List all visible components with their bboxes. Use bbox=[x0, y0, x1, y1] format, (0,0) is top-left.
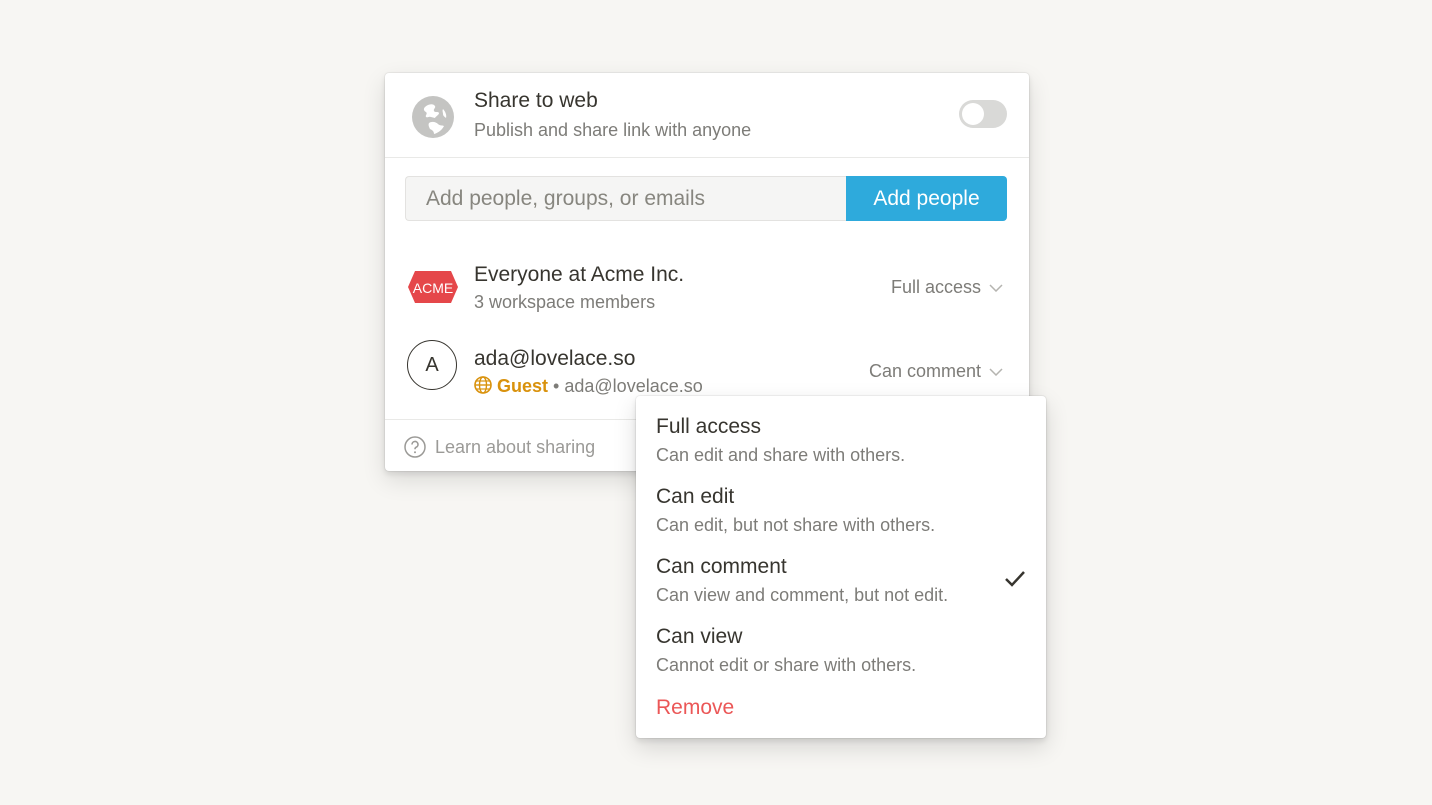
role-option-label: Full access bbox=[656, 415, 762, 438]
member-row: A ada@lovelace.so Guest • ada@lovelace.s… bbox=[385, 335, 1029, 405]
chevron-down-icon bbox=[989, 367, 1003, 376]
member-avatar: A bbox=[407, 340, 457, 390]
member-role-label: Can comment bbox=[868, 361, 981, 381]
member-subtitle: 3 workspace members bbox=[474, 292, 656, 312]
role-option-description: Cannot edit or share with others. bbox=[656, 655, 917, 675]
role-option-label: Can edit bbox=[656, 485, 735, 508]
add-people-button[interactable]: Add people bbox=[846, 176, 1007, 221]
share-to-web-section: Share to web Publish and share link with… bbox=[385, 73, 1029, 158]
member-subtitle-row: Guest • ada@lovelace.so bbox=[474, 376, 703, 397]
chevron-down-icon bbox=[989, 283, 1003, 292]
separator: • bbox=[553, 376, 560, 396]
role-option-label: Can comment bbox=[656, 555, 787, 578]
toggle-knob bbox=[962, 103, 984, 125]
guest-globe-icon bbox=[474, 376, 492, 394]
invite-input[interactable] bbox=[405, 176, 846, 221]
globe-icon bbox=[412, 96, 454, 138]
share-to-web-subtitle: Publish and share link with anyone bbox=[474, 120, 752, 140]
member-role-label: Full access bbox=[890, 277, 981, 297]
role-option-can-comment[interactable]: Can comment Can view and comment, but no… bbox=[636, 536, 1046, 606]
acme-logo-icon: ACME bbox=[408, 271, 458, 303]
member-role-dropdown[interactable]: Can comment bbox=[869, 361, 1003, 382]
role-option-label: Can view bbox=[656, 625, 743, 648]
role-option-description: Can view and comment, but not edit. bbox=[656, 585, 949, 605]
invite-row: Add people bbox=[405, 176, 1007, 221]
checkmark-icon bbox=[1005, 571, 1025, 587]
member-name: ada@lovelace.so bbox=[474, 347, 636, 370]
guest-badge: Guest bbox=[497, 376, 549, 396]
role-option-can-view[interactable]: Can view Cannot edit or share with other… bbox=[636, 606, 1046, 676]
member-row: ACME Everyone at Acme Inc. 3 workspace m… bbox=[385, 251, 1029, 321]
share-to-web-toggle[interactable] bbox=[959, 100, 1007, 128]
share-to-web-title: Share to web bbox=[474, 89, 598, 112]
learn-about-sharing-link[interactable]: Learn about sharing bbox=[404, 436, 595, 458]
learn-about-sharing-label: Learn about sharing bbox=[435, 436, 596, 457]
acme-logo-text: ACME bbox=[413, 280, 453, 296]
member-name: Everyone at Acme Inc. bbox=[474, 263, 685, 286]
role-option-full-access[interactable]: Full access Can edit and share with othe… bbox=[636, 396, 1046, 466]
role-menu: Full access Can edit and share with othe… bbox=[636, 396, 1046, 738]
remove-member-button[interactable]: Remove bbox=[656, 696, 734, 720]
member-email: ada@lovelace.so bbox=[564, 376, 703, 396]
help-icon bbox=[404, 436, 426, 458]
role-option-description: Can edit and share with others. bbox=[656, 445, 906, 465]
role-option-description: Can edit, but not share with others. bbox=[656, 515, 936, 535]
role-option-can-edit[interactable]: Can edit Can edit, but not share with ot… bbox=[636, 466, 1046, 536]
member-role-dropdown[interactable]: Full access bbox=[891, 277, 1003, 298]
